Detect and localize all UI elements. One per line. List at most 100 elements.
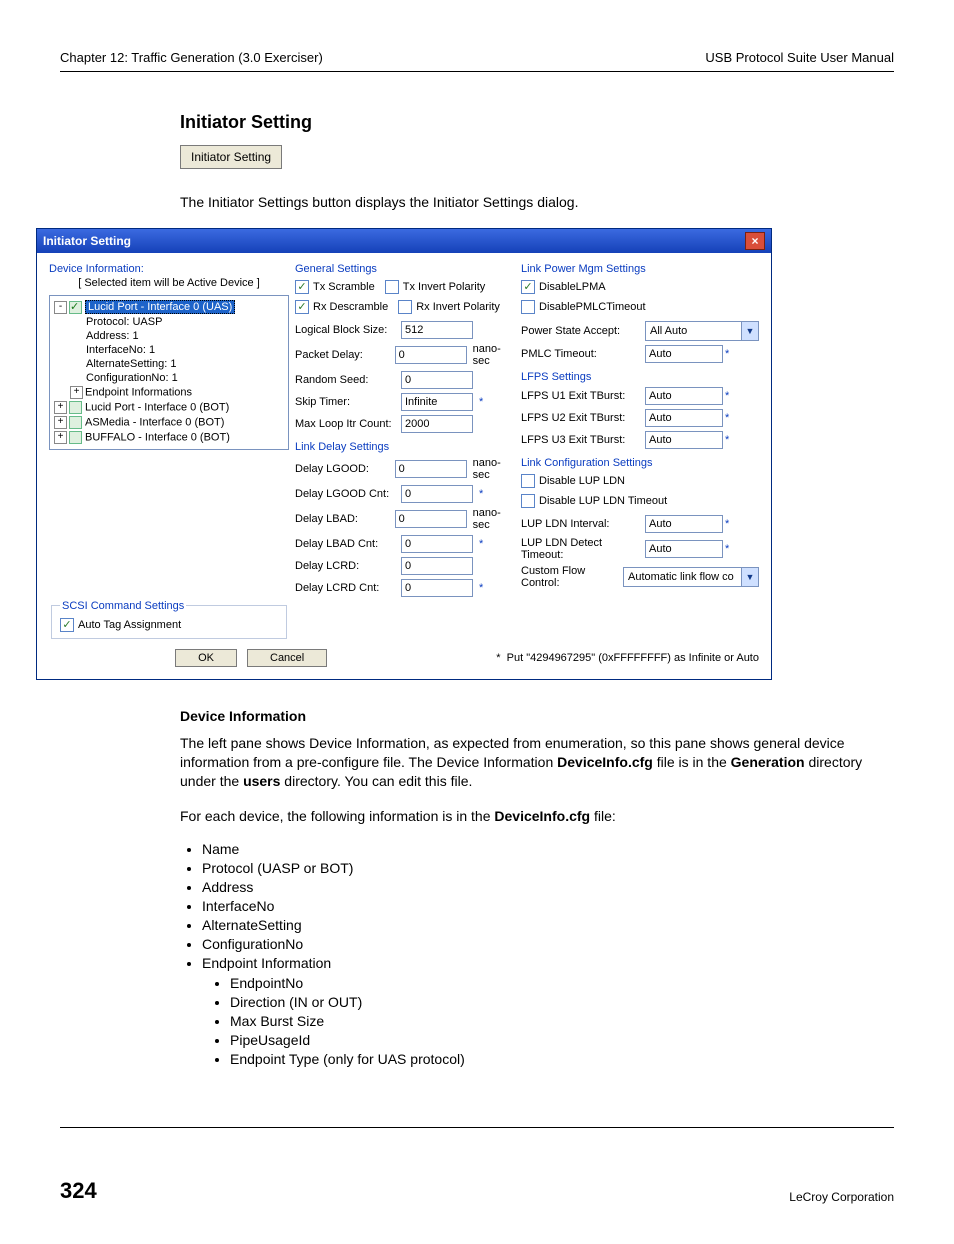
device-info-panel: Device Information: [ Selected item will…	[49, 263, 289, 639]
logical-block-size-input[interactable]	[401, 321, 473, 339]
pmlc-timeout-label: PMLC Timeout:	[521, 348, 639, 360]
device-info-paragraph-2: For each device, the following informati…	[180, 807, 894, 826]
tree-node[interactable]: Lucid Port - Interface 0 (BOT)	[85, 401, 229, 413]
link-config-settings-title: Link Configuration Settings	[521, 457, 759, 469]
cancel-button[interactable]: Cancel	[247, 649, 327, 667]
delay-lcrd-cnt-input[interactable]	[401, 579, 473, 597]
list-item: PipeUsageId	[230, 1032, 894, 1048]
delay-lgood-cnt-label: Delay LGOOD Cnt:	[295, 488, 395, 500]
logical-block-size-label: Logical Block Size:	[295, 324, 395, 336]
tree-expand-icon[interactable]: +	[54, 431, 67, 444]
unit-label: nano-sec	[473, 507, 515, 531]
list-item: Name	[202, 841, 894, 857]
lup-ldn-detect-timeout-label: LUP LDN Detect Timeout:	[521, 537, 639, 561]
delay-lgood-input[interactable]	[395, 460, 467, 478]
tree-collapse-icon[interactable]: -	[54, 301, 67, 314]
delay-lbad-input[interactable]	[395, 510, 467, 528]
tree-node[interactable]: ASMedia - Interface 0 (BOT)	[85, 416, 224, 428]
tree-leaf: Address: 1	[54, 329, 284, 343]
tree-leaf[interactable]: Endpoint Informations	[85, 386, 192, 398]
lfps-u2-input[interactable]	[645, 409, 723, 427]
scsi-legend: SCSI Command Settings	[60, 600, 186, 612]
disable-lup-ldn-timeout-checkbox[interactable]: Disable LUP LDN Timeout	[521, 494, 667, 508]
list-item: Protocol (UASP or BOT)	[202, 860, 894, 876]
device-tree[interactable]: -Lucid Port - Interface 0 (UAS) Protocol…	[49, 295, 289, 450]
tree-leaf: ConfigurationNo: 1	[54, 371, 284, 385]
lup-ldn-detect-timeout-input[interactable]	[645, 540, 723, 558]
tree-expand-icon[interactable]: +	[54, 401, 67, 414]
lfps-u1-input[interactable]	[645, 387, 723, 405]
custom-flow-control-combo[interactable]: Automatic link flow co▼	[623, 567, 759, 587]
list-item: Direction (IN or OUT)	[230, 994, 894, 1010]
max-loop-itr-input[interactable]	[401, 415, 473, 433]
tree-leaf: AlternateSetting: 1	[54, 357, 284, 371]
rx-descramble-checkbox[interactable]: ✓Rx Descramble	[295, 300, 388, 314]
section-title: Initiator Setting	[180, 112, 894, 133]
star-icon: *	[725, 412, 729, 424]
tree-checkbox[interactable]	[69, 416, 82, 429]
star-icon: *	[479, 396, 483, 408]
pmlc-timeout-input[interactable]	[645, 345, 723, 363]
unit-label: nano-sec	[473, 457, 515, 481]
unit-label: nano-sec	[473, 343, 515, 367]
device-info-title: Device Information:	[49, 263, 289, 275]
tree-node[interactable]: BUFFALO - Interface 0 (BOT)	[85, 431, 230, 443]
ok-button[interactable]: OK	[175, 649, 237, 667]
close-icon[interactable]: ×	[745, 232, 765, 250]
initiator-setting-button-image: Initiator Setting	[180, 145, 282, 169]
lup-ldn-interval-input[interactable]	[645, 515, 723, 533]
delay-lgood-label: Delay LGOOD:	[295, 463, 389, 475]
initiator-setting-dialog: Initiator Setting × Device Information: …	[36, 228, 772, 680]
device-information-heading: Device Information	[180, 708, 894, 724]
list-item: EndpointNo	[230, 975, 894, 991]
list-item: Endpoint Information EndpointNo Directio…	[202, 955, 894, 1067]
general-settings-panel: General Settings ✓Tx Scramble Tx Invert …	[295, 263, 515, 639]
dialog-footnote: * Put "4294967295" (0xFFFFFFFF) as Infin…	[496, 652, 759, 664]
link-delay-settings-title: Link Delay Settings	[295, 441, 515, 453]
power-state-accept-combo[interactable]: All Auto▼	[645, 321, 759, 341]
chevron-down-icon[interactable]: ▼	[741, 322, 758, 340]
disable-lpma-checkbox[interactable]: ✓DisableLPMA	[521, 280, 606, 294]
random-seed-label: Random Seed:	[295, 374, 395, 386]
lfps-u3-input[interactable]	[645, 431, 723, 449]
custom-flow-control-label: Custom Flow Control:	[521, 565, 617, 589]
rx-invert-polarity-checkbox[interactable]: Rx Invert Polarity	[398, 300, 500, 314]
list-item: Max Burst Size	[230, 1013, 894, 1029]
tree-node[interactable]: Lucid Port - Interface 0 (UAS)	[85, 300, 235, 314]
delay-lcrd-input[interactable]	[401, 557, 473, 575]
disable-pmlc-timeout-checkbox[interactable]: DisablePMLCTimeout	[521, 300, 646, 314]
chevron-down-icon[interactable]: ▼	[741, 568, 758, 586]
tree-checkbox[interactable]	[69, 301, 82, 314]
auto-tag-assignment-checkbox[interactable]: ✓Auto Tag Assignment	[60, 618, 181, 632]
device-info-note: [ Selected item will be Active Device ]	[49, 277, 289, 289]
tree-checkbox[interactable]	[69, 431, 82, 444]
lfps-u1-label: LFPS U1 Exit TBurst:	[521, 390, 639, 402]
tree-expand-icon[interactable]: +	[70, 386, 83, 399]
delay-lgood-cnt-input[interactable]	[401, 485, 473, 503]
intro-paragraph: The Initiator Settings button displays t…	[180, 193, 894, 212]
delay-lbad-cnt-label: Delay LBAD Cnt:	[295, 538, 395, 550]
header-left: Chapter 12: Traffic Generation (3.0 Exer…	[60, 50, 323, 65]
star-icon: *	[479, 582, 483, 594]
disable-lup-ldn-checkbox[interactable]: Disable LUP LDN	[521, 474, 625, 488]
skip-timer-input[interactable]	[401, 393, 473, 411]
packet-delay-input[interactable]	[395, 346, 467, 364]
link-settings-panel: Link Power Mgm Settings ✓DisableLPMA Dis…	[521, 263, 759, 639]
tree-leaf: InterfaceNo: 1	[54, 343, 284, 357]
dialog-title: Initiator Setting	[43, 234, 131, 248]
skip-timer-label: Skip Timer:	[295, 396, 395, 408]
tree-checkbox[interactable]	[69, 401, 82, 414]
lfps-settings-title: LFPS Settings	[521, 371, 759, 383]
random-seed-input[interactable]	[401, 371, 473, 389]
tx-invert-polarity-checkbox[interactable]: Tx Invert Polarity	[385, 280, 486, 294]
general-settings-title: General Settings	[295, 263, 515, 275]
device-info-paragraph-1: The left pane shows Device Information, …	[180, 734, 894, 791]
list-item: InterfaceNo	[202, 898, 894, 914]
tx-scramble-checkbox[interactable]: ✓Tx Scramble	[295, 280, 375, 294]
delay-lbad-cnt-input[interactable]	[401, 535, 473, 553]
star-icon: *	[725, 348, 729, 360]
tree-expand-icon[interactable]: +	[54, 416, 67, 429]
star-icon: *	[479, 538, 483, 550]
delay-lbad-label: Delay LBAD:	[295, 513, 389, 525]
list-item: ConfigurationNo	[202, 936, 894, 952]
